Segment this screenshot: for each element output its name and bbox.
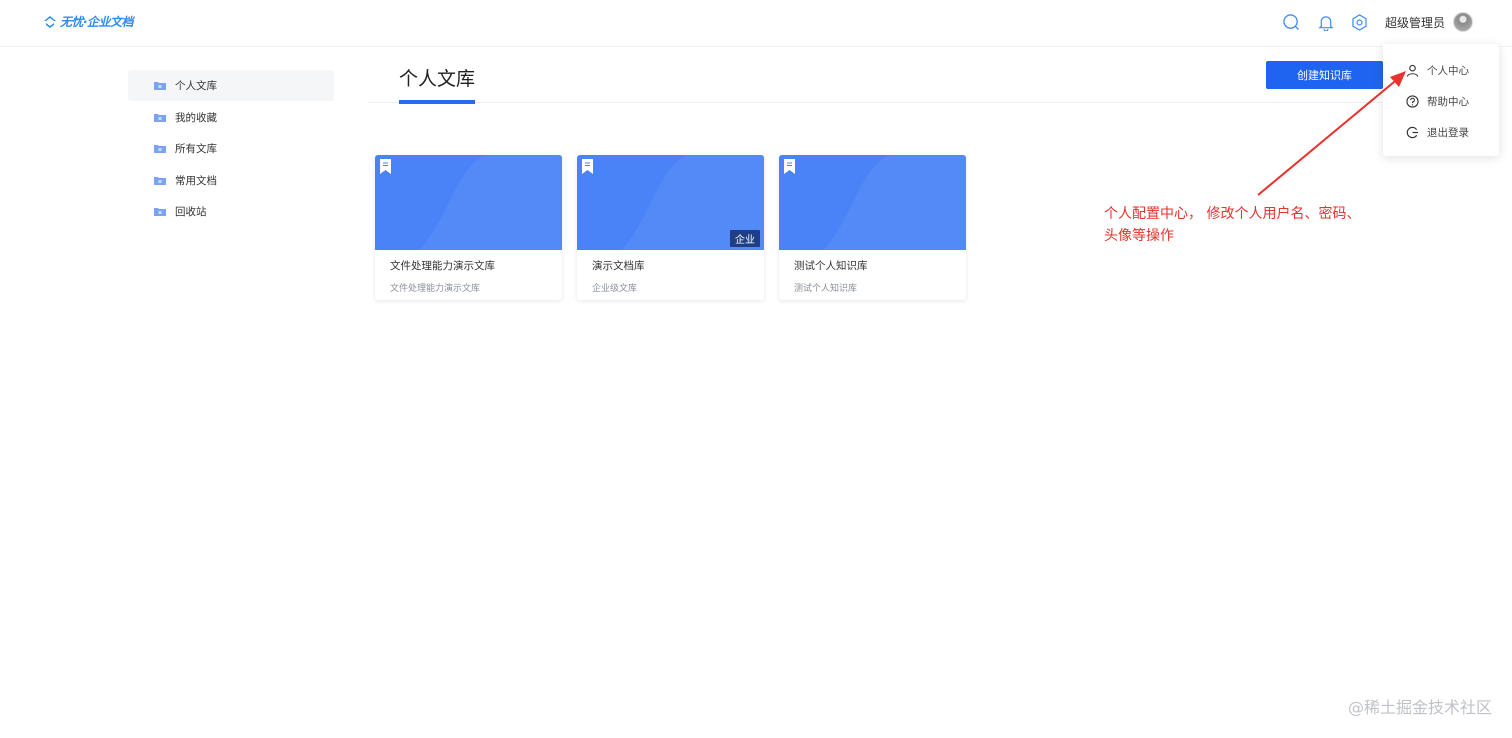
search-icon[interactable]: [1283, 13, 1301, 31]
menu-item-label: 个人中心: [1427, 65, 1469, 77]
bell-icon[interactable]: [1317, 13, 1335, 31]
folder-icon: [154, 145, 166, 153]
sidebar-item-all-libraries[interactable]: 所有文库: [128, 133, 334, 164]
card-description: 文件处理能力演示文库: [390, 284, 481, 294]
sidebar-item-frequent-docs[interactable]: 常用文档: [128, 165, 334, 196]
folder-icon: [154, 176, 166, 185]
user-name[interactable]: 超级管理员: [1385, 14, 1445, 31]
card-description: 企业级文库: [592, 284, 638, 294]
sidebar-item-label: 常用文档: [175, 174, 217, 187]
sidebar-item-label: 我的收藏: [175, 111, 217, 124]
logo-text: 无忧·企业文档: [60, 15, 134, 29]
annotation-line: 个人配置中心， 修改个人用户名、密码、: [1104, 206, 1361, 222]
logo-icon: [44, 15, 56, 28]
top-bar: 无忧·企业文档 超级管理员: [0, 0, 1512, 47]
bookmark-icon: [582, 159, 593, 174]
annotation-text: 个人配置中心， 修改个人用户名、密码、 头像等操作: [1104, 203, 1414, 247]
avatar[interactable]: [1453, 12, 1473, 32]
sidebar: 个人文库 我的收藏 所有文库 常用文档 回收站: [128, 70, 334, 228]
folder-icon: [154, 82, 166, 90]
annotation-line: 头像等操作: [1104, 228, 1174, 244]
logo[interactable]: 无忧·企业文档: [42, 13, 134, 30]
card-title: 文件处理能力演示文库: [390, 260, 495, 272]
active-tab-underline: [399, 100, 475, 104]
card-title: 演示文档库: [592, 260, 645, 272]
sidebar-item-favorites[interactable]: 我的收藏: [128, 102, 334, 133]
sidebar-item-label: 回收站: [175, 206, 207, 218]
sidebar-item-personal-library[interactable]: 个人文库: [128, 70, 334, 101]
header-divider: [368, 102, 1384, 103]
watermark: @稀土掘金技术社区: [1347, 698, 1492, 717]
menu-item-label: 帮助中心: [1427, 96, 1469, 108]
card-cover: 企业: [577, 155, 764, 250]
top-right-actions: 超级管理员: [1283, 12, 1473, 32]
library-card-list: 文件处理能力演示文库 文件处理能力演示文库 企业 演示文档库 企业级文库 测试个…: [375, 155, 966, 300]
library-card[interactable]: 测试个人知识库 测试个人知识库: [779, 155, 966, 300]
card-title: 测试个人知识库: [794, 260, 868, 272]
bookmark-icon: [380, 159, 391, 174]
page-title: 个人文库: [399, 68, 476, 90]
folder-icon: [154, 113, 166, 122]
card-description: 测试个人知识库: [794, 284, 858, 294]
menu-item-label: 退出登录: [1427, 127, 1469, 139]
sidebar-item-label: 所有文库: [175, 143, 217, 155]
enterprise-badge: 企业: [730, 230, 760, 247]
library-card[interactable]: 企业 演示文档库 企业级文库: [577, 155, 764, 300]
card-cover: [375, 155, 562, 250]
gear-icon[interactable]: [1351, 13, 1369, 31]
folder-icon: [154, 208, 166, 216]
sidebar-item-recycle-bin[interactable]: 回收站: [128, 196, 334, 227]
bookmark-icon: [784, 159, 795, 174]
library-card[interactable]: 文件处理能力演示文库 文件处理能力演示文库: [375, 155, 562, 300]
annotation-arrow: [1257, 71, 1406, 196]
card-cover: [779, 155, 966, 250]
sidebar-item-label: 个人文库: [175, 80, 217, 92]
